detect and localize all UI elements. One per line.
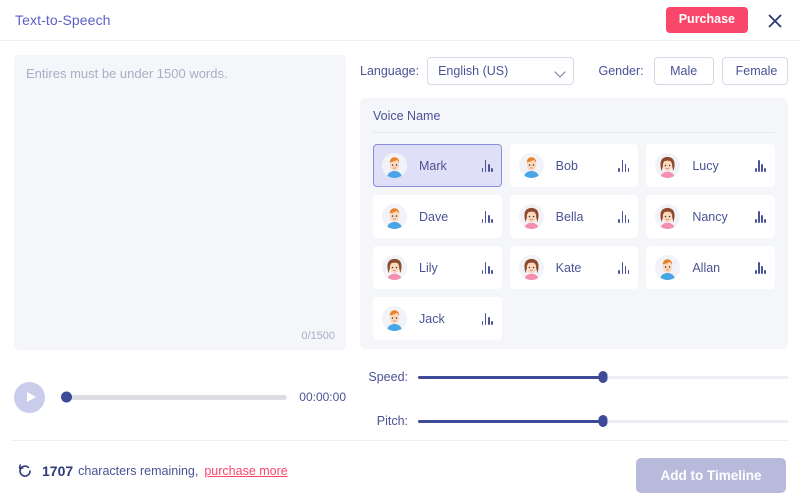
voice-name-label: Bella [555,209,584,224]
speed-label: Speed: [368,370,408,384]
character-counter: 0/1500 [301,330,335,342]
language-gender-controls: Language: English (US) Gender: Male Fema… [360,55,788,87]
language-select[interactable]: English (US) [427,57,575,85]
avatar [382,255,407,280]
voice-card[interactable]: Bob [509,144,639,187]
avatar [518,255,544,280]
purchase-more-link[interactable]: purchase more [204,464,287,478]
playback-progress-thumb[interactable] [61,391,72,403]
speed-slider-row: Speed: [360,363,788,391]
waveform-icon[interactable] [481,312,493,325]
editor-column: Entires must be under 1500 words. 0/1500 [14,55,346,350]
close-icon[interactable] [764,10,786,32]
voice-list: Mark Bob Lucy Dave Bella Nancy Lily Kate Allan Ja… [373,144,775,340]
chevron-down-icon [554,66,567,78]
avatar [382,153,407,178]
playback-progress-slider[interactable] [61,391,288,403]
waveform-icon[interactable] [481,159,493,172]
pitch-slider-fill [418,419,603,423]
page-title: Text-to-Speech [15,12,111,28]
voice-name-label: Mark [419,158,447,173]
refresh-icon[interactable] [16,462,34,480]
waveform-icon[interactable] [481,261,493,274]
speed-pitch-sliders: Speed: Pitch: [360,363,788,435]
waveform-icon[interactable] [618,261,630,274]
pitch-slider-thumb[interactable] [598,415,608,427]
voice-name-label: Jack [419,311,445,326]
play-triangle [26,392,36,402]
credits-status: 1707 characters remaining, purchase more [16,462,288,480]
avatar [518,204,544,229]
pitch-slider[interactable] [418,415,788,427]
footer-divider [12,440,788,441]
voice-card[interactable]: Lucy [646,144,775,187]
voice-card[interactable]: Bella [509,195,639,238]
voice-name-label: Allan [692,260,721,275]
voice-name-label: Nancy [692,209,728,224]
voice-settings-column: Language: English (US) Gender: Male Fema… [360,55,788,435]
text-input-placeholder: Entires must be under 1500 words. [26,66,228,81]
audio-player: 00:00:00 [14,380,346,414]
add-to-timeline-button[interactable]: Add to Timeline [636,458,786,493]
purchase-button[interactable]: Purchase [665,7,748,33]
voice-card[interactable]: Lily [373,246,502,289]
language-selected-value: English (US) [438,64,509,78]
voice-name-panel: Voice Name Mark Bob Lucy Dave Bella Nancy Lily… [360,98,788,349]
voice-panel-title: Voice Name [373,109,775,133]
voice-name-label: Kate [555,260,582,275]
waveform-icon[interactable] [481,210,493,223]
voice-card[interactable]: Nancy [646,195,775,238]
avatar [655,255,681,280]
waveform-icon[interactable] [618,210,630,223]
waveform-icon[interactable] [755,261,766,274]
speed-slider[interactable] [418,371,788,383]
speed-slider-fill [418,375,603,379]
voice-card[interactable]: Mark [373,144,502,187]
gender-female-button[interactable]: Female [721,57,788,85]
voice-name-label: Dave [419,209,449,224]
avatar [382,204,407,229]
voice-card[interactable]: Allan [646,246,775,289]
play-icon[interactable] [14,381,45,413]
gender-label: Gender: [598,64,644,78]
characters-remaining-label: characters remaining, [78,464,199,478]
waveform-icon[interactable] [618,159,630,172]
waveform-icon[interactable] [755,210,766,223]
waveform-icon[interactable] [755,159,766,172]
dialog-header: Text-to-Speech Purchase [0,0,800,41]
gender-male-button[interactable]: Male [653,57,714,85]
playback-time: 00:00:00 [299,390,346,404]
voice-card[interactable]: Dave [373,195,502,238]
language-label: Language: [360,64,420,78]
avatar [655,204,681,229]
avatar [518,153,544,178]
voice-name-label: Lucy [692,158,719,173]
avatar [655,153,681,178]
voice-card[interactable]: Kate [509,246,639,289]
text-to-speech-dialog: Text-to-Speech Purchase Entires must be … [0,0,800,503]
pitch-label: Pitch: [376,414,408,428]
text-input-area[interactable]: Entires must be under 1500 words. 0/1500 [14,55,346,350]
avatar [382,306,407,331]
voice-name-label: Lily [419,260,438,275]
voice-name-label: Bob [555,158,578,173]
speed-slider-thumb[interactable] [598,371,608,383]
voice-card[interactable]: Jack [373,297,502,340]
pitch-slider-row: Pitch: [360,407,788,435]
characters-remaining-count: 1707 [42,463,74,479]
